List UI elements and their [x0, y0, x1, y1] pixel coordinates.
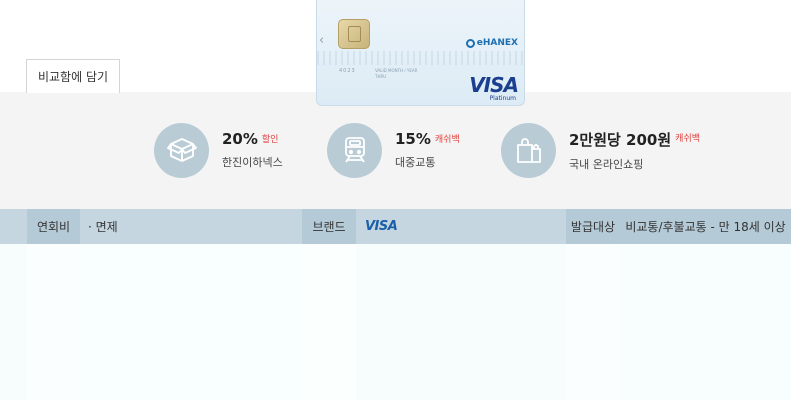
target-value: 비교통/후불교통 - 만 18세 이상 [620, 209, 791, 244]
card-valid-text: VALID [375, 68, 387, 73]
issuer-logo-text: eHANEX [476, 38, 518, 48]
benefit-item-2: 15% 캐쉬백 대중교통 [327, 122, 460, 178]
card-thru-text: THRU [375, 74, 387, 79]
issuer-logo: eHANEX [465, 38, 518, 48]
card-month-year-text: MONTH / YEAR [388, 68, 418, 73]
benefits-section: 20% 할인 한진이하넥스 15% 캐쉬백 대중교통 2만원당 200원 캐쉬백… [0, 92, 791, 209]
chevron-left-icon[interactable]: ‹ [319, 33, 324, 48]
benefit-text-1: 20% 할인 한진이하넥스 [222, 130, 283, 170]
benefit-tag: 캐쉬백 [434, 135, 460, 145]
box-icon [154, 122, 209, 178]
card-spec-row: 연회비 · 면제 브랜드 VISA 발급대상 비교통/후불교통 - 만 18세 … [0, 209, 791, 244]
card-pattern [317, 51, 524, 65]
content-area [0, 244, 791, 400]
benefit-description: 국내 온라인쇼핑 [569, 157, 644, 171]
visa-logo-icon: VISA [365, 219, 398, 234]
benefit-value: 2만원당 200원 [569, 130, 672, 149]
target-label: 발급대상 [566, 209, 620, 244]
annual-fee-label: 연회비 [27, 209, 80, 244]
benefit-tag: 할인 [261, 135, 279, 145]
benefit-description: 대중교통 [395, 156, 436, 169]
card-chip [338, 19, 370, 49]
train-icon [327, 122, 382, 178]
shopping-bag-icon [501, 122, 556, 178]
benefit-text-2: 15% 캐쉬백 대중교통 [395, 130, 460, 170]
brand-label: 브랜드 [302, 209, 356, 244]
card-number: 4023 [339, 68, 356, 74]
benefit-item-3: 2만원당 200원 캐쉬백 국내 온라인쇼핑 [501, 122, 700, 178]
annual-fee-value: · 면제 [88, 220, 118, 234]
card-network-logo: VISA [469, 73, 519, 97]
benefit-description: 한진이하넥스 [222, 156, 283, 169]
add-to-compare-button[interactable]: 비교함에 담기 [26, 59, 120, 93]
card-tier: Platinum [489, 95, 516, 102]
card-image: ‹ eHANEX 4023 VALID MONTH / YEAR THRU VI… [316, 0, 525, 106]
benefit-value: 20% [222, 130, 258, 148]
card-small-print: VALID MONTH / YEAR THRU [375, 68, 417, 80]
benefit-item-1: 20% 할인 한진이하넥스 [154, 122, 283, 178]
benefit-value: 15% [395, 130, 431, 148]
issuer-logo-icon [465, 38, 475, 48]
brand-value: VISA [356, 209, 566, 244]
benefit-tag: 캐쉬백 [675, 133, 701, 144]
benefit-text-3: 2만원당 200원 캐쉬백 국내 온라인쇼핑 [569, 129, 700, 172]
